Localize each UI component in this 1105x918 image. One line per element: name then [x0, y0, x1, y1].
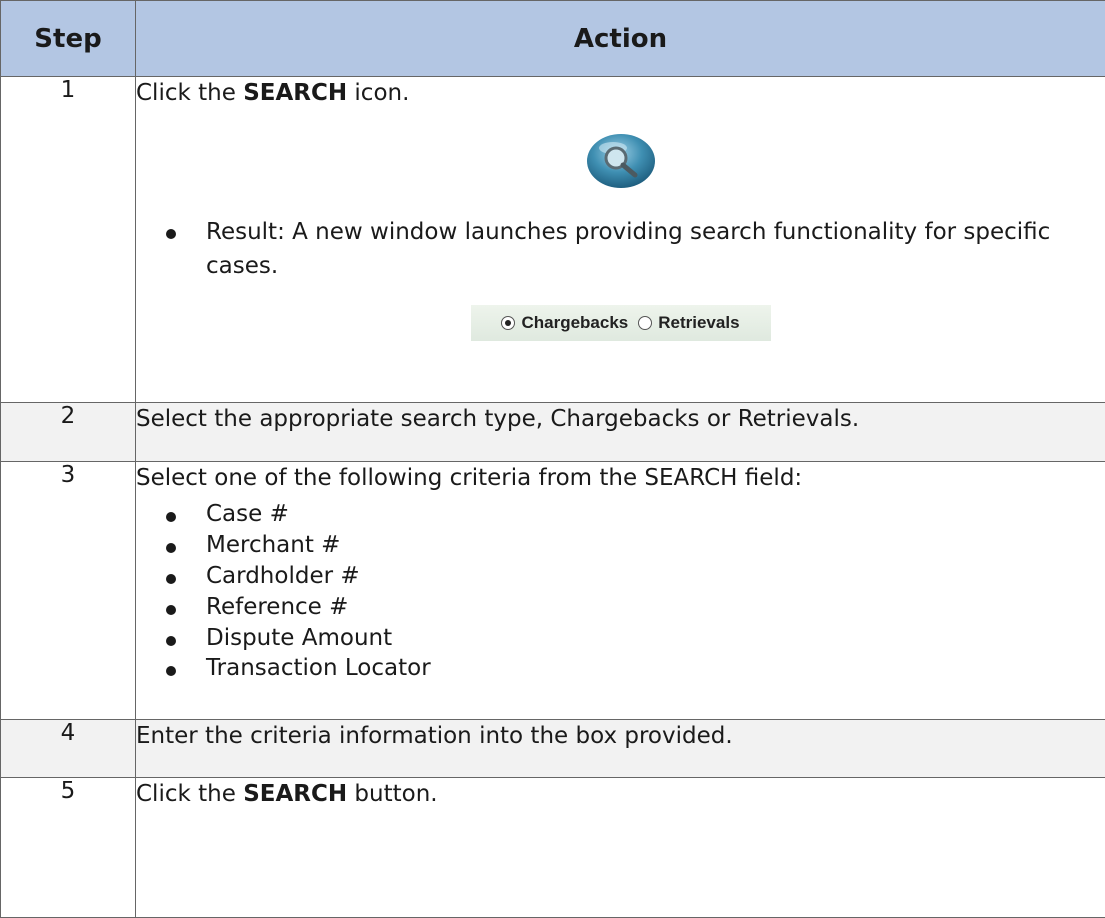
step-number: 4	[1, 720, 136, 778]
criteria-item: Cardholder #	[206, 561, 1105, 592]
chargebacks-radio-option[interactable]: Chargebacks	[501, 311, 628, 336]
criteria-item: Merchant #	[206, 530, 1105, 561]
chargebacks-label: Chargebacks	[521, 311, 628, 336]
table-row: 5 Click the SEARCH button.	[1, 778, 1105, 918]
retrievals-radio[interactable]	[638, 316, 652, 330]
instruction-text: Select one of the following criteria fro…	[136, 462, 1105, 495]
instruction-text: Click the SEARCH icon.	[136, 77, 1105, 110]
search-type-radio-group: Chargebacks Retrievals	[471, 305, 771, 341]
search-keyword: SEARCH	[243, 781, 347, 807]
criteria-item: Case #	[206, 499, 1105, 530]
procedure-table: Step Action 1 Click the SEARCH icon.	[0, 0, 1105, 918]
table-row: 1 Click the SEARCH icon.	[1, 77, 1105, 403]
criteria-list: Case # Merchant # Cardholder # Reference…	[136, 499, 1105, 684]
retrievals-radio-option[interactable]: Retrievals	[638, 311, 739, 336]
step-number: 1	[1, 77, 136, 403]
step-column-header: Step	[1, 1, 136, 77]
table-header-row: Step Action	[1, 1, 1105, 77]
step-number: 5	[1, 778, 136, 918]
retrievals-label: Retrievals	[658, 311, 739, 336]
table-row: 3 Select one of the following criteria f…	[1, 462, 1105, 720]
search-keyword: SEARCH	[243, 80, 347, 106]
table-row: 2 Select the appropriate search type, Ch…	[1, 403, 1105, 462]
step-number: 3	[1, 462, 136, 720]
chargebacks-radio[interactable]	[501, 316, 515, 330]
criteria-item: Transaction Locator	[206, 653, 1105, 684]
instruction-text: Click the SEARCH button.	[136, 778, 1105, 811]
action-column-header: Action	[136, 1, 1105, 77]
instruction-text: Enter the criteria information into the …	[136, 720, 1105, 778]
criteria-item: Reference #	[206, 592, 1105, 623]
criteria-item: Dispute Amount	[206, 623, 1105, 654]
search-magnifier-icon	[585, 132, 657, 190]
result-list: Result: A new window launches providing …	[136, 216, 1105, 283]
step-number: 2	[1, 403, 136, 462]
result-item: Result: A new window launches providing …	[206, 216, 1105, 283]
action-cell: Click the SEARCH icon.	[136, 77, 1105, 403]
instruction-text: Select the appropriate search type, Char…	[136, 403, 1105, 462]
action-cell: Click the SEARCH button.	[136, 778, 1105, 918]
table-row: 4 Enter the criteria information into th…	[1, 720, 1105, 778]
action-cell: Select one of the following criteria fro…	[136, 462, 1105, 720]
